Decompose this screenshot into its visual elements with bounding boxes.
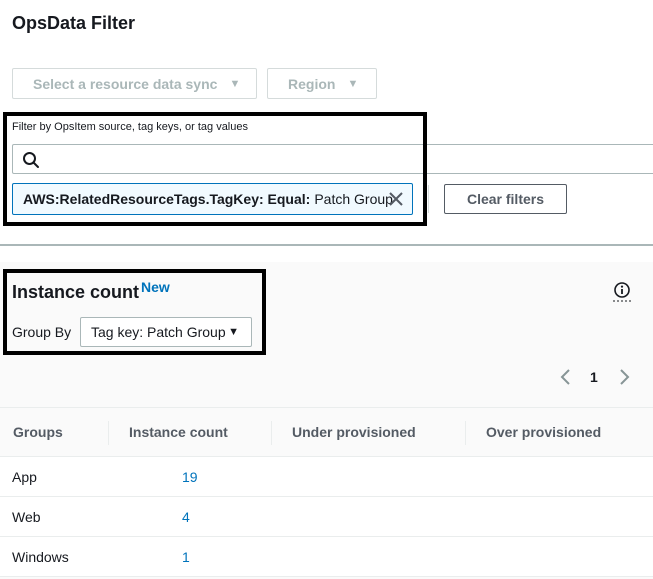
caret-down-icon: ▼ (228, 326, 239, 338)
column-header-over-provisioned[interactable]: Over provisioned (486, 424, 601, 440)
column-header-groups[interactable]: Groups (13, 424, 63, 440)
page: OpsData Filter Select a resource data sy… (0, 0, 653, 579)
instance-count-link[interactable]: 19 (182, 469, 198, 485)
new-badge: New (141, 279, 170, 295)
instance-count-title: Instance count (12, 282, 140, 302)
instance-count-link[interactable]: 1 (182, 549, 190, 565)
search-input[interactable] (47, 147, 647, 171)
info-icon[interactable] (612, 281, 632, 303)
table-row: Web 4 (0, 497, 653, 537)
column-header-instance-count[interactable]: Instance count (129, 424, 228, 440)
filter-token-key: AWS:RelatedResourceTags.TagKey: Equal: (23, 191, 311, 207)
group-by-value: Tag key: Patch Group (91, 324, 226, 340)
page-number[interactable]: 1 (590, 369, 598, 385)
table-row: Windows 1 (0, 537, 653, 577)
column-divider (108, 421, 109, 445)
column-divider (271, 421, 272, 445)
filter-token: AWS:RelatedResourceTags.TagKey: Equal: P… (12, 183, 413, 215)
opsdata-filter-panel: OpsData Filter Select a resource data sy… (0, 0, 653, 246)
group-by-select[interactable]: Tag key: Patch Group ▼ (80, 317, 252, 347)
panel-title: OpsData Filter (12, 13, 136, 33)
column-header-under-provisioned[interactable]: Under provisioned (292, 424, 416, 440)
group-cell: Windows (12, 549, 69, 565)
table-header: Groups Instance count Under provisioned … (0, 407, 653, 457)
region-dropdown[interactable]: Region ▼ (267, 68, 377, 99)
search-icon (23, 152, 39, 168)
clear-filters-button[interactable]: Clear filters (444, 184, 567, 214)
filter-label: Filter by OpsItem source, tag keys, or t… (12, 121, 248, 133)
chevron-left-icon[interactable] (558, 367, 572, 387)
resource-data-sync-label: Select a resource data sync (33, 75, 218, 92)
instance-count-link[interactable]: 4 (182, 509, 190, 525)
divider (428, 185, 429, 213)
close-icon[interactable] (388, 191, 404, 207)
column-divider (465, 421, 466, 445)
resource-data-sync-dropdown[interactable]: Select a resource data sync ▼ (12, 68, 257, 99)
caret-down-icon: ▼ (347, 77, 359, 90)
table-row: App 19 (0, 457, 653, 497)
region-label: Region (288, 75, 336, 92)
group-by-label: Group By (12, 324, 72, 340)
filter-token-value: Patch Group (314, 191, 393, 207)
instance-count-table: Groups Instance count Under provisioned … (0, 407, 653, 577)
group-cell: Web (12, 509, 41, 525)
group-cell: App (12, 469, 37, 485)
search-box[interactable] (12, 144, 653, 174)
chevron-right-icon[interactable] (618, 367, 632, 387)
caret-down-icon: ▼ (229, 77, 241, 90)
